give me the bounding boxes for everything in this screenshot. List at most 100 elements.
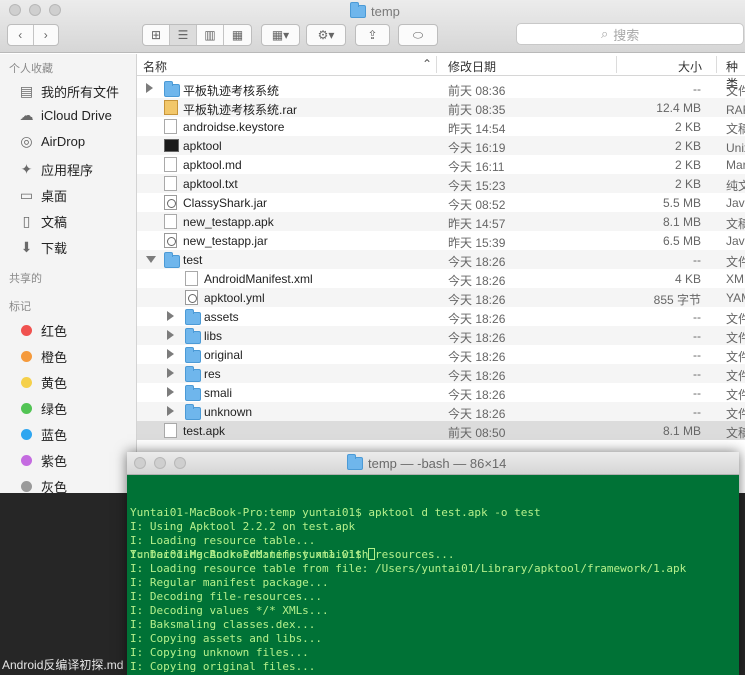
list-view-button[interactable]: ☰ — [170, 25, 197, 45]
table-row[interactable]: unknown 今天 18:26 -- 文件夹 — [137, 402, 745, 421]
file-name: 平板轨迹考核系统.rar — [183, 103, 298, 117]
sidebar-item[interactable]: ▤ 我的所有文件 — [18, 82, 119, 101]
file-name: test.apk — [183, 424, 226, 438]
gallery-view-button[interactable]: ▦ — [224, 25, 251, 45]
desktop-file-label[interactable]: Android反编译初探.md — [2, 656, 128, 673]
sidebar-tag[interactable]: 黄色 — [18, 373, 67, 392]
file-date: 今天 16:19 — [448, 141, 506, 155]
disclosure-closed-icon[interactable] — [167, 330, 174, 340]
table-row[interactable]: libs 今天 18:26 -- 文件夹 — [137, 326, 745, 345]
table-row[interactable]: apktool.yml 今天 18:26 855 字节 YAML — [137, 288, 745, 307]
disclosure-open-icon[interactable] — [146, 256, 156, 263]
tags-button[interactable]: ⬭ — [398, 24, 438, 46]
table-row[interactable]: AndroidManifest.xml 今天 18:26 4 KB XML — [137, 269, 745, 288]
terminal-minimize-button[interactable] — [154, 457, 166, 469]
document-icon — [164, 157, 177, 172]
sidebar-item[interactable]: ⬇ 下载 — [18, 238, 67, 257]
zoom-button[interactable] — [49, 4, 61, 16]
action-button[interactable]: ⚙▾ — [306, 24, 346, 46]
file-date: 今天 18:26 — [448, 293, 506, 307]
table-row[interactable]: androidse.keystore 昨天 14:54 2 KB 文稿 — [137, 117, 745, 136]
sidebar-item[interactable]: ✦ 应用程序 — [18, 160, 93, 179]
sidebar-tag[interactable]: 紫色 — [18, 451, 67, 470]
table-row[interactable]: res 今天 18:26 -- 文件夹 — [137, 364, 745, 383]
back-button[interactable]: ‹ — [8, 25, 34, 45]
terminal-close-button[interactable] — [134, 457, 146, 469]
table-row[interactable]: test.apk 前天 08:50 8.1 MB 文稿 — [137, 421, 745, 440]
file-date: 前天 08:36 — [448, 84, 506, 98]
sidebar-tag[interactable]: 橙色 — [18, 347, 67, 366]
disclosure-closed-icon[interactable] — [167, 368, 174, 378]
sidebar-tag[interactable]: 绿色 — [18, 399, 67, 418]
disclosure-closed-icon[interactable] — [167, 406, 174, 416]
file-kind: Markdown — [726, 158, 745, 172]
file-date: 今天 18:26 — [448, 255, 506, 269]
table-row[interactable]: apktool 今天 16:19 2 KB Unix 可执行文件 — [137, 136, 745, 155]
terminal-zoom-button[interactable] — [174, 457, 186, 469]
file-date: 今天 18:26 — [448, 274, 506, 288]
folder-icon — [185, 347, 201, 363]
table-row[interactable]: new_testapp.jar 昨天 15:39 6.5 MB Java JAR — [137, 231, 745, 250]
file-size: -- — [693, 386, 701, 400]
table-row[interactable]: apktool.md 今天 16:11 2 KB Markdown — [137, 155, 745, 174]
table-row[interactable]: 平板轨迹考核系统 前天 08:36 -- 文件夹 — [137, 79, 745, 98]
folder-icon — [350, 1, 366, 18]
column-header-name[interactable]: 名称 — [143, 58, 167, 75]
jar-file-icon — [185, 290, 198, 305]
table-row[interactable]: 平板轨迹考核系统.rar 前天 08:35 12.4 MB RAR 归档 — [137, 98, 745, 117]
minimize-button[interactable] — [29, 4, 41, 16]
file-kind: 文件夹 — [726, 407, 745, 421]
search-input[interactable]: ⌕ 搜索 — [516, 23, 744, 45]
sidebar-item[interactable]: ☁ iCloud Drive — [18, 107, 112, 123]
sidebar-tag[interactable]: 红色 — [18, 321, 67, 340]
disclosure-closed-icon[interactable] — [167, 349, 174, 359]
table-row[interactable]: test 今天 18:26 -- 文件夹 — [137, 250, 745, 269]
column-header-date[interactable]: 修改日期 — [448, 58, 496, 75]
file-name: res — [204, 367, 221, 381]
sidebar-tag-label: 黄色 — [41, 376, 68, 391]
close-button[interactable] — [9, 4, 21, 16]
file-name: libs — [204, 329, 223, 343]
finder-window: temp ‹ › ⊞ ☰ ▥ ▦ ▦▾ ⚙▾ ⇪ ⬭ ⌕ 搜索 个人收藏 ▤ 我… — [0, 0, 745, 496]
column-view-button[interactable]: ▥ — [197, 25, 224, 45]
table-row[interactable]: new_testapp.apk 昨天 14:57 8.1 MB 文稿 — [137, 212, 745, 231]
folder-icon — [185, 366, 201, 382]
file-kind: Unix 可执行文件 — [726, 141, 745, 155]
cloud-icon: ☁ — [19, 107, 34, 123]
terminal-line: I: Copying original files... — [130, 660, 316, 673]
sidebar-tag[interactable]: 灰色 — [18, 477, 67, 496]
sidebar-item[interactable]: ▭ 桌面 — [18, 186, 67, 205]
file-size: 8.1 MB — [662, 215, 701, 229]
table-row[interactable]: ClassyShark.jar 今天 08:52 5.5 MB Java JAR — [137, 193, 745, 212]
disclosure-closed-icon[interactable] — [167, 387, 174, 397]
terminal-icon — [164, 139, 179, 152]
table-row[interactable]: apktool.txt 今天 15:23 2 KB 纯文本 — [137, 174, 745, 193]
file-name: apktool — [183, 139, 222, 153]
sidebar-tag-label: 紫色 — [41, 454, 68, 469]
sidebar-tag[interactable]: 蓝色 — [18, 425, 67, 444]
disclosure-closed-icon[interactable] — [146, 83, 153, 93]
table-row[interactable]: smali 今天 18:26 -- 文件夹 — [137, 383, 745, 402]
terminal-output[interactable]: Yuntai01-MacBook-Pro:temp yuntai01$ apkt… — [130, 478, 736, 673]
file-kind: 文件夹 — [726, 312, 745, 326]
sidebar-item[interactable]: ◎ AirDrop — [18, 133, 85, 149]
file-name: 平板轨迹考核系统 — [183, 84, 280, 98]
file-date: 今天 16:11 — [448, 160, 505, 174]
disclosure-closed-icon[interactable] — [167, 311, 174, 321]
folder-icon — [347, 454, 363, 470]
file-size: -- — [693, 367, 701, 381]
column-header-size[interactable]: 大小 — [678, 58, 702, 75]
sidebar-item[interactable]: ▯ 文稿 — [18, 212, 67, 231]
share-button[interactable]: ⇪ — [355, 24, 390, 46]
file-name: apktool.txt — [183, 177, 238, 191]
arrange-button[interactable]: ▦▾ — [261, 24, 300, 46]
file-date: 今天 18:26 — [448, 369, 506, 383]
terminal-line: I: Copying assets and libs... — [130, 632, 323, 645]
finder-window-title: temp — [350, 1, 400, 19]
icon-view-button[interactable]: ⊞ — [143, 25, 170, 45]
table-row[interactable]: assets 今天 18:26 -- 文件夹 — [137, 307, 745, 326]
table-row[interactable]: original 今天 18:26 -- 文件夹 — [137, 345, 745, 364]
tag-color-dot-icon — [21, 403, 32, 414]
forward-button[interactable]: › — [34, 25, 59, 45]
folder-icon — [185, 309, 201, 325]
